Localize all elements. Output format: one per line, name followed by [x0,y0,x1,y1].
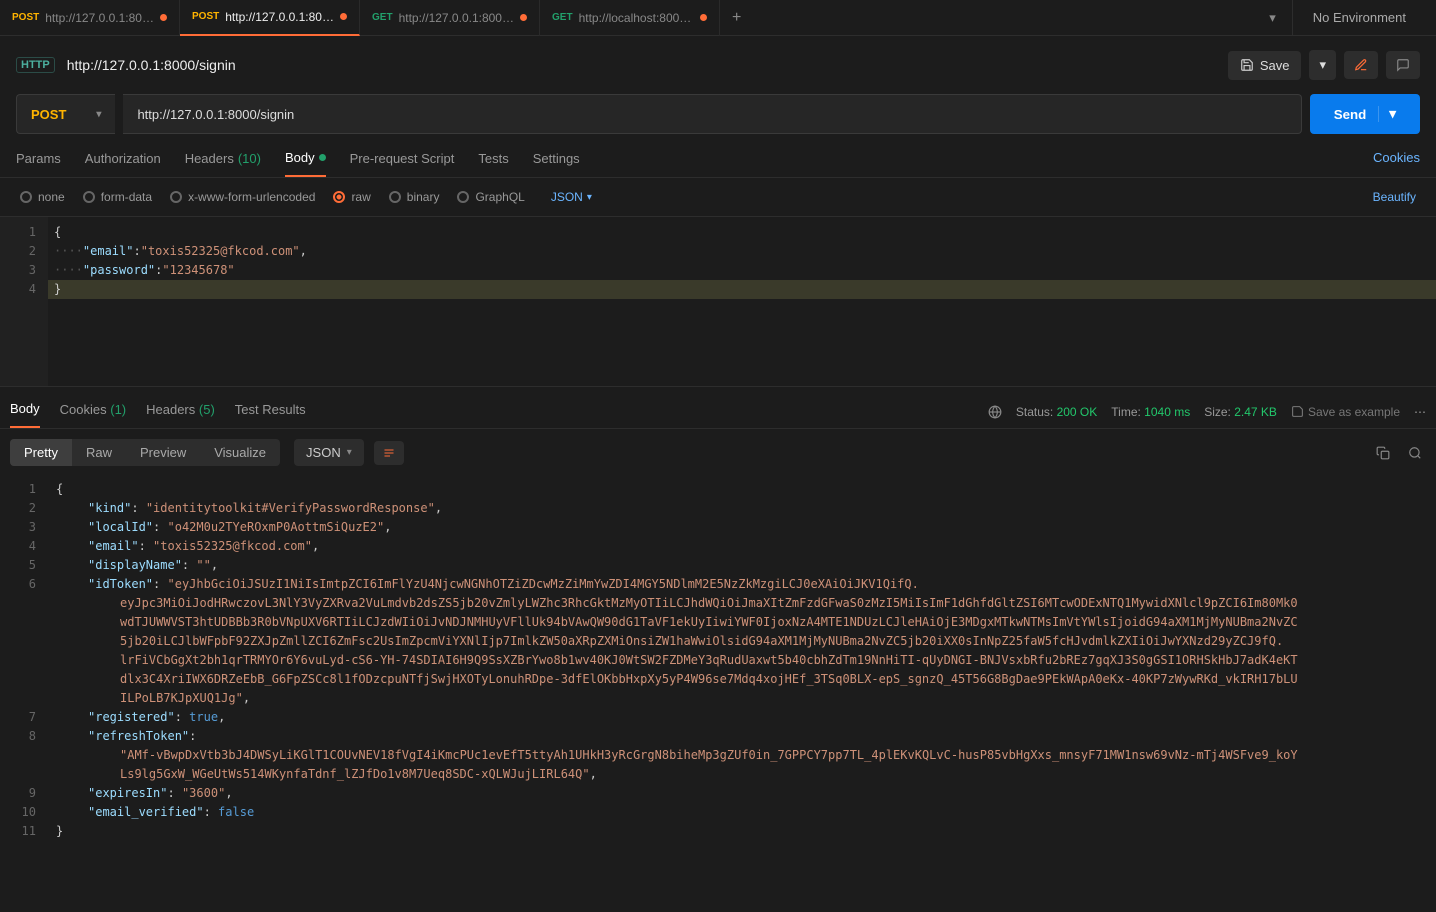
copy-button[interactable] [1372,442,1394,464]
url-input[interactable] [123,94,1301,134]
pill-preview[interactable]: Preview [126,439,200,466]
cookies-link[interactable]: Cookies [1373,150,1420,177]
environment-label: No Environment [1313,10,1406,25]
add-tab-button[interactable]: + [720,9,753,27]
tab-2[interactable]: GET http://127.0.0.1:8000/se [360,0,540,36]
wrap-lines-button[interactable] [374,441,404,465]
size-text: Size: 2.47 KB [1204,405,1277,419]
radio-binary[interactable]: binary [389,190,440,204]
request-title-row: HTTP http://127.0.0.1:8000/signin Save ▾ [0,36,1436,94]
save-as-example-button[interactable]: Save as example [1291,405,1400,419]
tab-prerequest[interactable]: Pre-request Script [350,150,455,177]
tab-tests[interactable]: Tests [478,150,508,177]
comments-button[interactable] [1386,51,1420,79]
tab-headers[interactable]: Headers (10) [185,150,261,177]
modified-dot [520,14,527,21]
view-mode-pills: Pretty Raw Preview Visualize [10,439,280,466]
modified-dot [700,14,707,21]
tab-body[interactable]: Body [285,150,326,177]
tab-authorization[interactable]: Authorization [85,150,161,177]
tab-0[interactable]: POST http://127.0.0.1:8000/s [0,0,180,36]
body-indicator-dot [319,154,326,161]
more-icon[interactable]: ⋯ [1414,405,1426,419]
http-badge: HTTP [16,57,55,73]
tab-title: http://127.0.0.1:8000/s [45,11,154,25]
radio-none[interactable]: none [20,190,65,204]
tab-method: GET [372,12,393,23]
resp-tab-body[interactable]: Body [10,395,40,428]
request-body-editor[interactable]: 1234 { ····"email":"toxis52325@fkcod.com… [0,216,1436,386]
tabs-overflow-button[interactable]: ▾ [1261,6,1284,30]
response-gutter: 12345 6 7 8 91011 [0,476,48,845]
tab-3[interactable]: GET http://localhost:8000/ve [540,0,720,36]
line-gutter: 1234 [0,217,48,386]
resp-tab-cookies[interactable]: Cookies (1) [60,396,126,427]
wrap-icon [382,447,396,459]
send-label: Send [1334,107,1367,122]
tab-title: http://127.0.0.1:8000/s [225,10,334,24]
url-bar: POST ▾ Send ▾ [0,94,1436,134]
code-area[interactable]: { ····"email":"toxis52325@fkcod.com", ··… [48,217,1436,386]
tab-1[interactable]: POST http://127.0.0.1:8000/s [180,0,360,36]
tab-method: POST [192,11,219,22]
headers-count: (10) [238,151,261,166]
chevron-down-icon: ▾ [587,192,592,203]
tab-title: http://127.0.0.1:8000/se [399,11,514,25]
request-title: http://127.0.0.1:8000/signin [67,57,1216,73]
chevron-down-icon: ▾ [96,109,101,120]
radio-urlencoded[interactable]: x-www-form-urlencoded [170,190,315,204]
modified-dot [340,13,347,20]
search-icon [1408,446,1422,460]
response-format-selector[interactable]: JSON ▾ [294,439,364,466]
method-value: POST [31,107,66,122]
tab-params[interactable]: Params [16,150,61,177]
pencil-icon [1354,58,1368,72]
response-code: { "kind": "identitytoolkit#VerifyPasswor… [48,476,1436,845]
response-view-bar: Pretty Raw Preview Visualize JSON ▾ [0,429,1436,476]
copy-icon [1376,446,1390,460]
pill-visualize[interactable]: Visualize [200,439,280,466]
comment-icon [1396,58,1410,72]
save-icon [1291,405,1304,418]
response-body-editor[interactable]: 12345 6 7 8 91011 { "kind": "identitytoo… [0,476,1436,845]
save-button[interactable]: Save [1228,51,1302,80]
save-dropdown-button[interactable]: ▾ [1309,50,1336,80]
tab-method: POST [12,12,39,23]
pill-pretty[interactable]: Pretty [10,439,72,466]
radio-graphql[interactable]: GraphQL [457,190,524,204]
environment-selector[interactable]: No Environment [1292,0,1426,36]
edit-button[interactable] [1344,51,1378,79]
search-button[interactable] [1404,442,1426,464]
send-button[interactable]: Send ▾ [1310,94,1420,134]
tab-headers-label: Headers [185,151,234,166]
save-icon [1240,58,1254,72]
tab-body-label: Body [285,150,315,165]
method-selector[interactable]: POST ▾ [16,94,115,134]
resp-tab-tests[interactable]: Test Results [235,396,306,427]
beautify-link[interactable]: Beautify [1373,190,1416,204]
tab-title: http://localhost:8000/ve [579,11,694,25]
request-subtabs: Params Authorization Headers (10) Body P… [0,134,1436,178]
chevron-down-icon: ▾ [347,447,352,458]
save-label: Save [1260,58,1290,73]
send-dropdown-icon[interactable]: ▾ [1378,106,1396,122]
tab-method: GET [552,12,573,23]
resp-tab-headers[interactable]: Headers (5) [146,396,215,427]
response-tabs: Body Cookies (1) Headers (5) Test Result… [0,386,1436,429]
globe-icon [988,405,1002,419]
status-text: Status: 200 OK [1016,405,1097,419]
body-type-row: none form-data x-www-form-urlencoded raw… [0,178,1436,216]
time-text: Time: 1040 ms [1111,405,1190,419]
modified-dot [160,14,167,21]
radio-raw[interactable]: raw [333,190,370,204]
radio-formdata[interactable]: form-data [83,190,152,204]
tab-settings[interactable]: Settings [533,150,580,177]
request-tabs-bar: POST http://127.0.0.1:8000/s POST http:/… [0,0,1436,36]
pill-raw[interactable]: Raw [72,439,126,466]
body-format-selector[interactable]: JSON ▾ [551,190,592,204]
